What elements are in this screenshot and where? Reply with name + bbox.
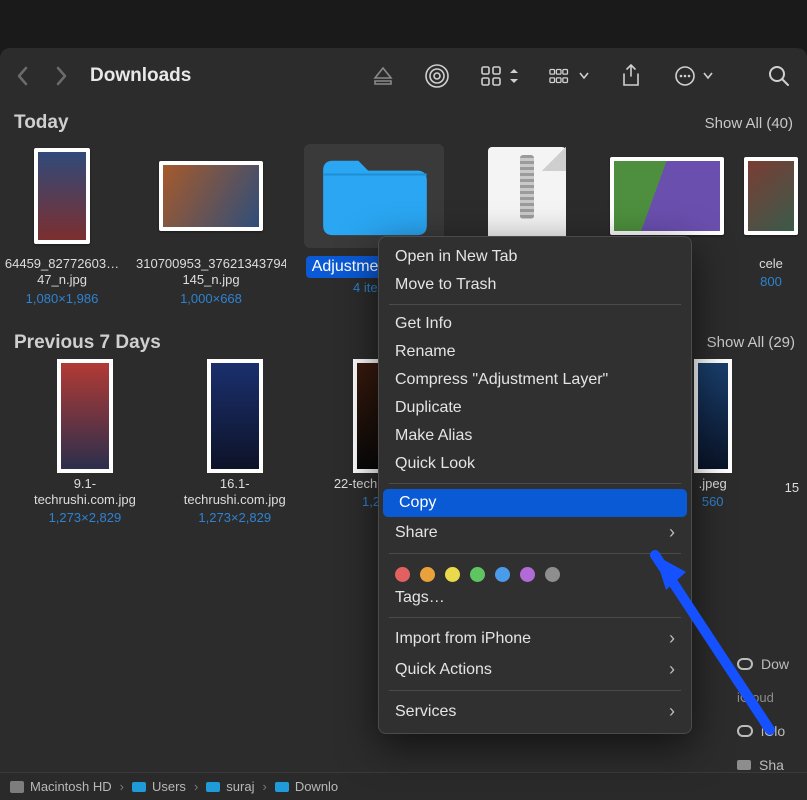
menu-move-to-trash[interactable]: Move to Trash	[379, 271, 691, 299]
sidebar-section-label: iCloud	[737, 690, 807, 705]
tag-color-red[interactable]	[395, 567, 410, 582]
chevron-down-icon[interactable]	[703, 72, 713, 80]
chevron-right-icon: ›	[669, 659, 675, 680]
menu-separator	[389, 483, 681, 484]
tag-color-purple[interactable]	[520, 567, 535, 582]
chevron-right-icon: ›	[194, 779, 198, 794]
chevron-right-icon: ›	[669, 628, 675, 649]
folder-icon	[275, 782, 289, 792]
shared-icon	[737, 760, 751, 770]
zip-icon	[488, 147, 566, 245]
actions-icon[interactable]	[673, 64, 697, 88]
file-item[interactable]: 16.1-techrushi.com.jpg 1,273×2,829	[180, 364, 290, 526]
view-icons-icon[interactable]	[479, 64, 503, 88]
file-name: 16.1-techrushi.com.jpg	[180, 476, 290, 509]
show-all-prev7[interactable]: Show All (29)	[707, 334, 795, 351]
back-button[interactable]	[16, 65, 30, 87]
chevron-right-icon: ›	[669, 522, 675, 543]
menu-duplicate[interactable]: Duplicate	[379, 394, 691, 422]
menu-open-new-tab[interactable]: Open in New Tab	[379, 243, 691, 271]
menu-separator	[389, 553, 681, 554]
breadcrumb[interactable]: Users	[132, 779, 186, 794]
share-icon[interactable]	[619, 64, 643, 88]
tag-color-yellow[interactable]	[445, 567, 460, 582]
menu-services[interactable]: Services›	[379, 696, 691, 727]
show-all-today[interactable]: Show All (40)	[705, 115, 793, 132]
chevron-right-icon: ›	[669, 701, 675, 722]
menu-compress[interactable]: Compress "Adjustment Layer"	[379, 366, 691, 394]
tag-color-blue[interactable]	[495, 567, 510, 582]
breadcrumb[interactable]: suraj	[206, 779, 254, 794]
chevron-right-icon: ›	[120, 779, 124, 794]
file-name: 310700953_37621343794…145_n.jpg	[136, 256, 286, 289]
breadcrumb[interactable]: Macintosh HD	[10, 779, 112, 794]
menu-quick-look[interactable]: Quick Look	[379, 450, 691, 478]
file-meta: 1,273×2,829	[198, 510, 271, 525]
menu-tags[interactable]: Tags…	[379, 584, 691, 612]
forward-button[interactable]	[54, 65, 68, 87]
file-item[interactable]: 9.1-techrushi.com.jpg 1,273×2,829	[30, 364, 140, 526]
breadcrumb[interactable]: Downlo	[275, 779, 338, 794]
file-name: .jpeg	[699, 476, 727, 492]
menu-separator	[389, 690, 681, 691]
file-name: cele	[759, 256, 783, 272]
file-meta: 1,000×668	[180, 291, 242, 306]
menu-quick-actions[interactable]: Quick Actions›	[379, 654, 691, 685]
disk-icon	[10, 781, 24, 793]
file-meta: 560	[702, 494, 724, 509]
file-name: 9.1-techrushi.com.jpg	[30, 476, 140, 509]
tag-color-orange[interactable]	[420, 567, 435, 582]
section-title-today: Today	[14, 112, 69, 134]
tag-color-green[interactable]	[470, 567, 485, 582]
file-item[interactable]: 15	[783, 364, 801, 526]
section-title-prev7: Previous 7 Days	[14, 332, 161, 354]
file-name: 15	[785, 480, 799, 496]
download-icon	[737, 658, 753, 670]
context-menu: Open in New Tab Move to Trash Get Info R…	[378, 236, 692, 734]
view-updown-icon[interactable]	[509, 68, 519, 84]
file-name: 64459_82772603…47_n.jpg	[5, 256, 119, 289]
file-item[interactable]: 64459_82772603…47_n.jpg 1,080×1,986	[6, 144, 118, 306]
eject-icon[interactable]	[371, 64, 395, 88]
file-meta: 1,080×1,986	[26, 291, 99, 306]
toolbar: Downloads	[0, 48, 807, 104]
cloud-icon	[737, 725, 753, 737]
chevron-right-icon: ›	[262, 779, 266, 794]
menu-share[interactable]: Share›	[379, 517, 691, 548]
file-meta: 800	[760, 274, 782, 289]
file-meta: 1,273×2,829	[49, 510, 122, 525]
menu-import-iphone[interactable]: Import from iPhone›	[379, 623, 691, 654]
folder-icon	[206, 782, 220, 792]
menu-rename[interactable]: Rename	[379, 338, 691, 366]
folder-icon	[315, 151, 433, 241]
airdrop-icon[interactable]	[425, 64, 449, 88]
tag-color-gray[interactable]	[545, 567, 560, 582]
menu-separator	[389, 304, 681, 305]
menu-make-alias[interactable]: Make Alias	[379, 422, 691, 450]
sidebar-peek: Dow iCloud iClo Sha	[737, 656, 807, 773]
file-item[interactable]: cele 800	[741, 144, 801, 306]
chevron-down-icon[interactable]	[579, 72, 589, 80]
search-icon[interactable]	[767, 64, 791, 88]
file-item[interactable]: 310700953_37621343794…145_n.jpg 1,000×66…	[136, 144, 286, 306]
menu-copy[interactable]: Copy	[383, 489, 687, 517]
folder-icon	[132, 782, 146, 792]
window-title: Downloads	[90, 65, 191, 87]
menu-separator	[389, 617, 681, 618]
path-bar: Macintosh HD › Users › suraj › Downlo	[0, 772, 807, 800]
group-icon[interactable]	[549, 64, 573, 88]
menu-get-info[interactable]: Get Info	[379, 310, 691, 338]
tag-color-row	[379, 559, 691, 584]
